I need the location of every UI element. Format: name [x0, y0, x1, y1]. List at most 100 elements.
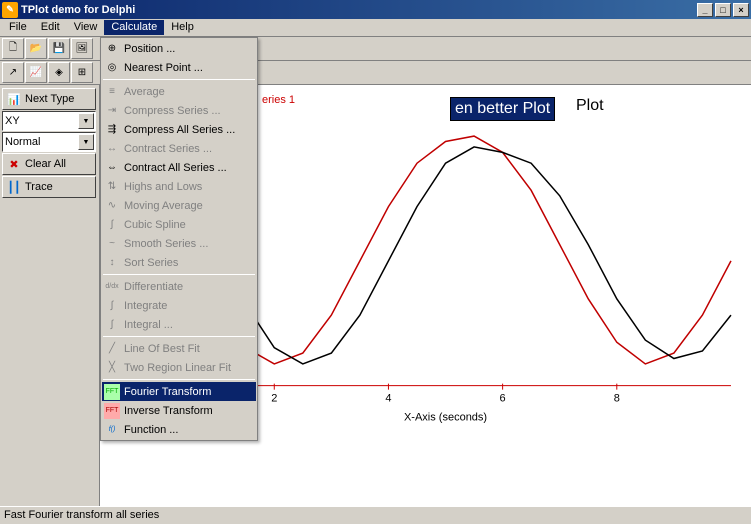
x-icon: ✖ [7, 157, 21, 171]
minimize-button[interactable]: _ [697, 3, 713, 17]
function-icon: f() [104, 422, 120, 438]
menu-item-label: Moving Average [124, 200, 203, 212]
average-icon: ≡ [104, 84, 120, 100]
svg-text:2: 2 [271, 393, 277, 405]
integral-icon: ∫ [104, 317, 120, 333]
menu-item-label: Integral ... [124, 319, 173, 331]
menu-item-integrate: ∫ Integrate [102, 296, 256, 315]
tb-save[interactable]: 💾 [48, 38, 70, 59]
trace-icon: ┃┃ [7, 180, 21, 194]
tworegion-icon: ╳ [104, 360, 120, 376]
diff-icon: d/dx [104, 279, 120, 295]
menu-item-integral: ∫ Integral ... [102, 315, 256, 334]
menu-item-label: Inverse Transform [124, 405, 213, 417]
chart-icon: 📊 [7, 92, 21, 106]
menu-item-cubic-spline: ∫Cubic Spline [102, 215, 256, 234]
menu-view[interactable]: View [67, 20, 105, 35]
menu-item-sort-series: ↕Sort Series [102, 253, 256, 272]
menu-item-average: ≡ Average [102, 82, 256, 101]
bestfit-icon: ╱ [104, 341, 120, 357]
tb-image[interactable]: 🖼 [71, 38, 93, 59]
tb-a[interactable]: ↗ [2, 62, 24, 83]
contract-all-icon: ⇔ [104, 160, 120, 176]
plot-type-select[interactable]: XY ▼ [2, 111, 96, 131]
integrate-icon: ∫ [104, 298, 120, 314]
close-button[interactable]: × [733, 3, 749, 17]
clear-all-label: Clear All [25, 158, 66, 170]
menu-edit[interactable]: Edit [34, 20, 67, 35]
menu-calculate[interactable]: Calculate [104, 20, 164, 35]
menu-item-function[interactable]: f() Function ... [102, 420, 256, 439]
menu-item-position[interactable]: ⊕Position ... [102, 39, 256, 58]
menu-item-label: Contract Series ... [124, 143, 212, 155]
tb-open[interactable]: 📂 [25, 38, 47, 59]
menu-item-fourier-transform[interactable]: FFT Fourier Transform [102, 382, 256, 401]
trace-button[interactable]: ┃┃ Trace [2, 176, 96, 198]
menu-item-label: Cubic Spline [124, 219, 186, 231]
menu-item-compress-series: ⇥ Compress Series ... [102, 101, 256, 120]
menu-file[interactable]: File [2, 20, 34, 35]
calculate-dropdown: ⊕Position ... ◎ Nearest Point ... ≡ Average ⇥… [100, 37, 258, 441]
menu-separator [103, 274, 255, 275]
menu-item-label: Function ... [124, 424, 178, 436]
mode-select[interactable]: Normal ▼ [2, 132, 96, 152]
menu-item-differentiate: d/dxDifferentiate [102, 277, 256, 296]
menu-item-label: Compress Series ... [124, 105, 221, 117]
ifft-icon: FFT [104, 403, 120, 419]
next-type-label: Next Type [25, 93, 74, 105]
next-type-button[interactable]: 📊 Next Type [2, 88, 96, 110]
x-axis-label: X-Axis (seconds) [404, 412, 487, 424]
movavg-icon: ∿ [104, 198, 120, 214]
window-title: TPlot demo for Delphi [21, 4, 695, 16]
menu-item-label: Integrate [124, 300, 167, 312]
menu-item-moving-average: ∿ Moving Average [102, 196, 256, 215]
svg-text:6: 6 [500, 393, 506, 405]
legend-item: eries 1 [262, 94, 295, 106]
menu-item-contract-series: ↔ Contract Series ... [102, 139, 256, 158]
menu-separator [103, 336, 255, 337]
nearest-icon: ◎ [104, 60, 120, 76]
smooth-icon: ~ [104, 236, 120, 252]
menu-item-label: Fourier Transform [124, 386, 211, 398]
menu-item-label: Nearest Point ... [124, 62, 203, 74]
chevron-down-icon: ▼ [78, 134, 94, 150]
highlow-icon: ⇅ [104, 179, 120, 195]
tb-new[interactable]: 🗋 [2, 38, 24, 59]
menu-item-label: Smooth Series ... [124, 238, 208, 250]
menu-help[interactable]: Help [164, 20, 201, 35]
menu-item-highs-and-lows: ⇅ Highs and Lows [102, 177, 256, 196]
menu-item-label: Contract All Series ... [124, 162, 227, 174]
trace-label: Trace [25, 181, 53, 193]
menu-item-inverse-transform[interactable]: FFT Inverse Transform [102, 401, 256, 420]
maximize-button[interactable]: □ [715, 3, 731, 17]
svg-text:8: 8 [614, 393, 620, 405]
position-icon: ⊕ [104, 41, 120, 57]
menu-item-compress-all-series[interactable]: ⇶Compress All Series ... [102, 120, 256, 139]
tb-d[interactable]: ⊞ [71, 62, 93, 83]
compress-icon: ⇥ [104, 103, 120, 119]
menu-item-label: Two Region Linear Fit [124, 362, 231, 374]
menu-separator [103, 379, 255, 380]
sort-icon: ↕ [104, 255, 120, 271]
svg-text:4: 4 [385, 393, 391, 405]
chevron-down-icon: ▼ [78, 113, 94, 129]
menu-separator [103, 79, 255, 80]
contract-icon: ↔ [104, 141, 120, 157]
menu-item-label: Average [124, 86, 165, 98]
menu-item-label: Compress All Series ... [124, 124, 235, 136]
menu-item-line-of-best-fit: ╱ Line Of Best Fit [102, 339, 256, 358]
menu-item-nearest-point[interactable]: ◎ Nearest Point ... [102, 58, 256, 77]
tb-b[interactable]: 📈 [25, 62, 47, 83]
mode-value: Normal [5, 136, 40, 148]
titlebar: ✎ TPlot demo for Delphi _ □ × [0, 0, 751, 19]
menubar: File Edit View Calculate Help [0, 19, 751, 37]
title-edit-input[interactable]: en better Plot [450, 97, 555, 121]
menu-item-contract-all-series[interactable]: ⇔ Contract All Series ... [102, 158, 256, 177]
statusbar: Fast Fourier transform all series [0, 506, 751, 524]
menu-item-label: Line Of Best Fit [124, 343, 200, 355]
plot-title-suffix: Plot [576, 97, 604, 115]
clear-all-button[interactable]: ✖ Clear All [2, 153, 96, 175]
fft-icon: FFT [104, 384, 120, 400]
menu-item-label: Highs and Lows [124, 181, 202, 193]
tb-c[interactable]: ◈ [48, 62, 70, 83]
